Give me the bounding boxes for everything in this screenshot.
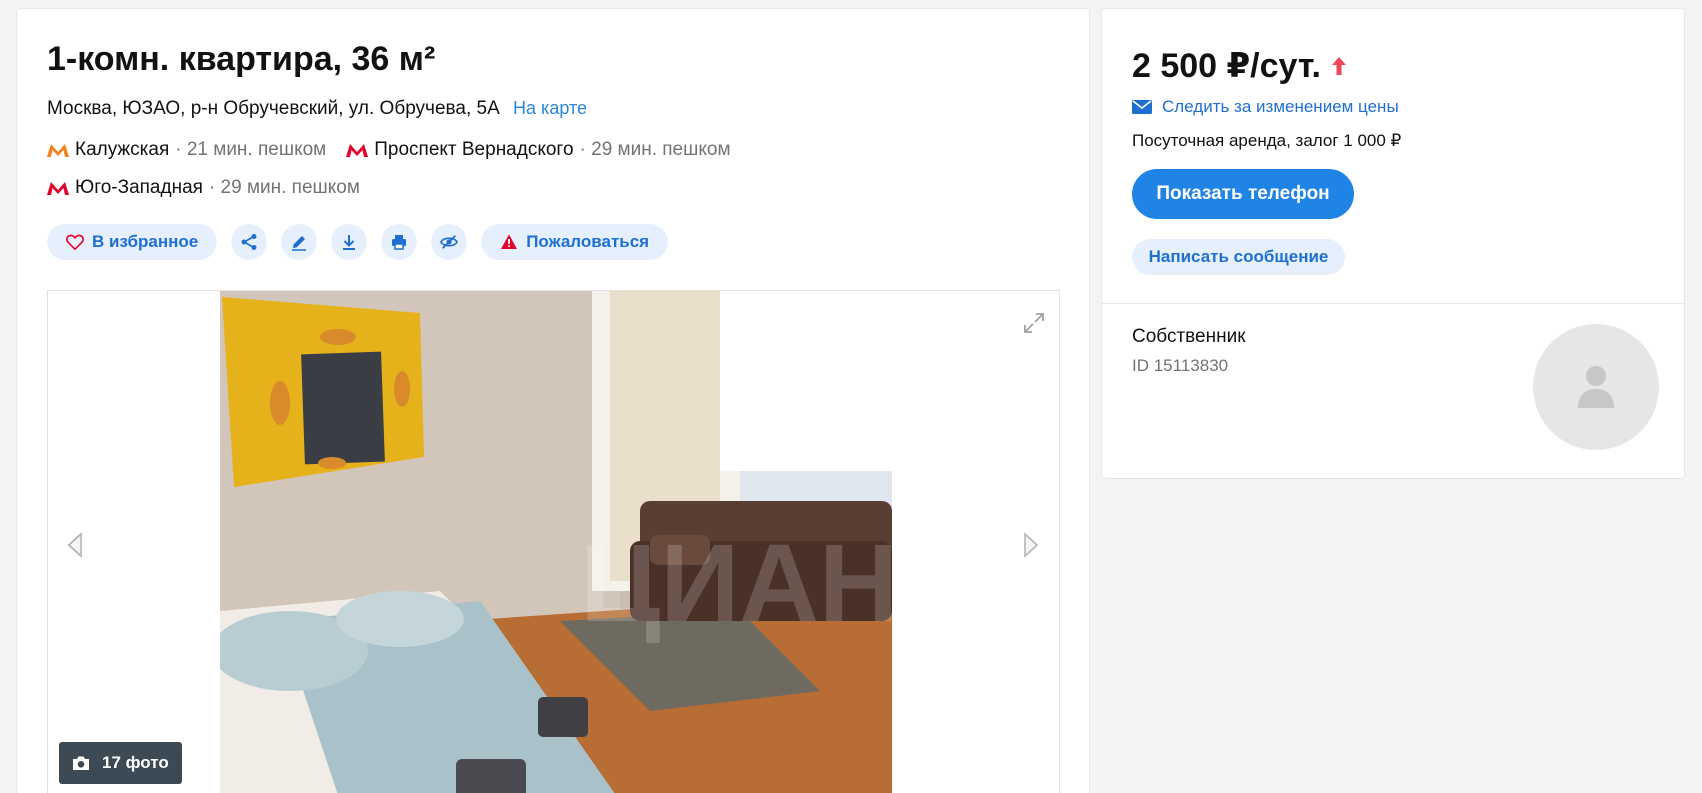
watch-price-link[interactable]: Следить за изменением цены — [1132, 97, 1399, 117]
price: 2 500 ₽/сут. — [1132, 45, 1347, 87]
photo-gallery: ЦИАН 17 фото — [47, 290, 1060, 793]
metro-station-yugo-zapadnaya[interactable]: Юго-Западная · 29 мин. пешком — [47, 175, 360, 201]
show-phone-button[interactable]: Показать телефон — [1132, 169, 1354, 219]
metro-icon — [47, 144, 69, 157]
download-icon — [343, 235, 356, 250]
favorite-button[interactable]: В избранное — [47, 224, 218, 260]
metro-station-kaluzhskaya[interactable]: Калужская · 21 мин. пешком — [47, 137, 326, 163]
print-button[interactable] — [381, 224, 418, 260]
hide-button[interactable] — [431, 224, 468, 260]
prev-photo-arrow-icon[interactable] — [64, 531, 86, 559]
watch-price-label: Следить за изменением цены — [1162, 97, 1399, 116]
photo-count-label: 17 фото — [102, 753, 169, 772]
listing-card: 1-комн. квартира, 36 м² Москва, ЮЗАО, р-… — [16, 8, 1090, 793]
share-icon — [241, 234, 257, 250]
apartment-photo: ЦИАН — [220, 291, 892, 793]
photo-watermark: ЦИАН — [580, 522, 892, 645]
download-button[interactable] — [331, 224, 368, 260]
edit-button[interactable] — [281, 224, 318, 260]
metro-station-vernadskogo[interactable]: Проспект Вернадского · 29 мин. пешком — [346, 137, 731, 163]
warning-icon — [501, 234, 518, 249]
next-photo-arrow-icon[interactable] — [1020, 531, 1042, 559]
camera-icon — [73, 756, 89, 770]
listing-title: 1-комн. квартира, 36 м² — [47, 40, 436, 78]
complain-label: Пожаловаться — [526, 232, 650, 251]
metro-name: Калужская — [75, 139, 170, 160]
share-button[interactable] — [231, 224, 268, 260]
complain-button[interactable]: Пожаловаться — [481, 224, 669, 260]
metro-row: Юго-Западная · 29 мин. пешком — [47, 175, 380, 201]
metro-name: Юго-Западная — [75, 177, 203, 198]
metro-name: Проспект Вернадского — [374, 139, 574, 160]
metro-walk-time: · 29 мин. пешком — [208, 177, 360, 198]
metro-icon — [346, 144, 369, 157]
edit-icon — [292, 236, 307, 251]
metro-walk-time: · 29 мин. пешком — [579, 139, 731, 160]
print-icon — [392, 235, 407, 250]
rental-terms: Посуточная аренда, залог 1 000 ₽ — [1132, 131, 1402, 150]
owner-id: ID 15113830 — [1132, 356, 1229, 375]
metro-icon — [47, 182, 69, 195]
envelope-icon — [1132, 100, 1152, 114]
price-card: 2 500 ₽/сут. Следить за изменением цены … — [1101, 8, 1685, 304]
fullscreen-icon[interactable] — [1022, 311, 1046, 335]
metro-walk-time: · 21 мин. пешком — [175, 139, 327, 160]
owner-label: Собственник — [1132, 326, 1246, 347]
price-up-arrow-icon — [1331, 57, 1346, 75]
owner-card: Собственник ID 15113830 — [1101, 303, 1685, 479]
listing-photo[interactable]: ЦИАН — [220, 291, 892, 793]
user-placeholder-icon — [1578, 366, 1614, 408]
action-bar: В избранное Пожаловаться — [47, 224, 682, 260]
map-link[interactable]: На карте — [513, 98, 587, 118]
listing-address: Москва, ЮЗАО, р-н Обручевский, ул. Обруч… — [47, 95, 587, 122]
avatar[interactable] — [1533, 324, 1659, 450]
metro-row: Калужская · 21 мин. пешком Проспект Верн… — [47, 137, 751, 163]
price-value: 2 500 ₽/сут. — [1132, 47, 1321, 85]
address-text: Москва, ЮЗАО, р-н Обручевский, ул. Обруч… — [47, 98, 500, 119]
favorite-label: В избранное — [92, 232, 199, 251]
write-message-button[interactable]: Написать сообщение — [1132, 239, 1345, 275]
heart-icon — [66, 234, 84, 251]
photo-count-badge[interactable]: 17 фото — [59, 742, 182, 784]
hide-icon — [440, 235, 459, 249]
